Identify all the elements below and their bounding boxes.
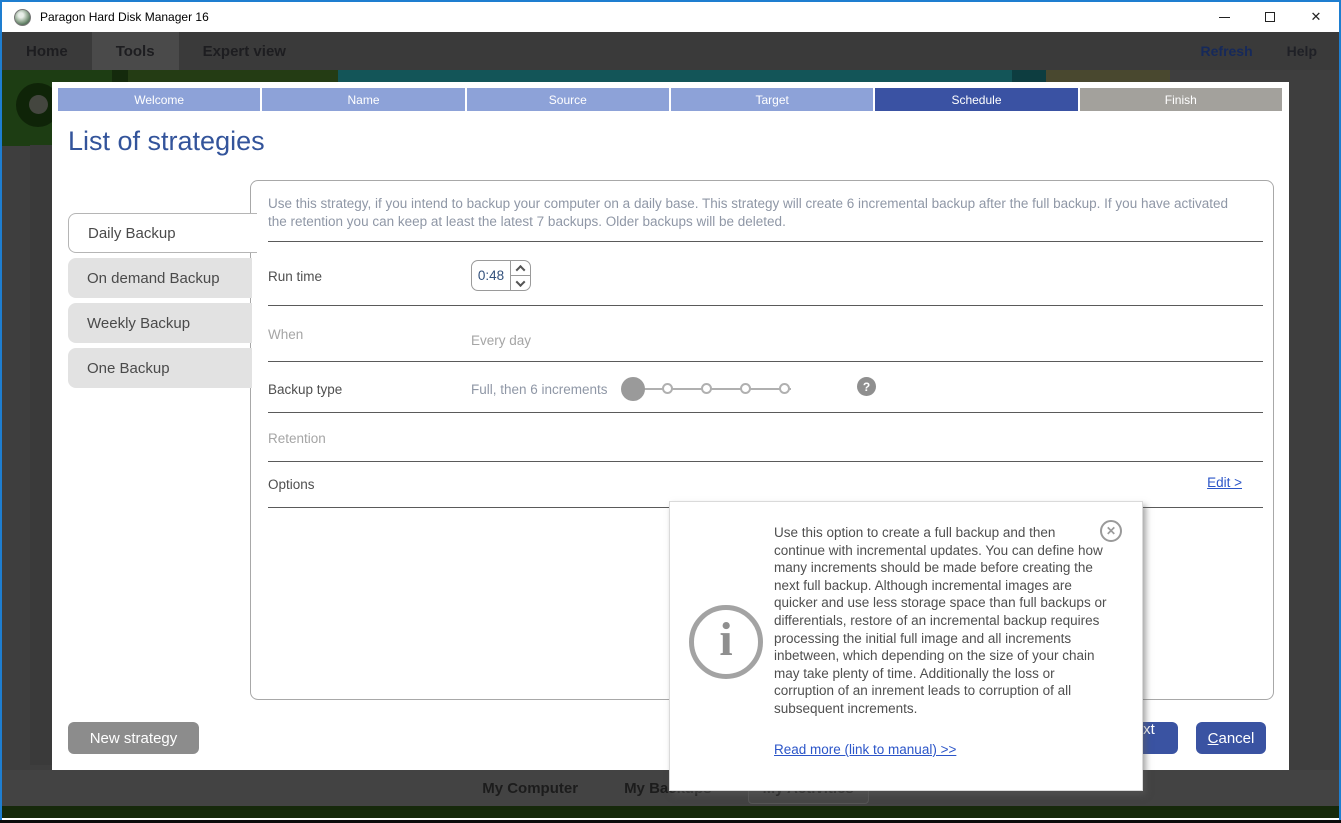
strategy-description: Use this strategy, if you intend to back… [268, 195, 1250, 231]
divider [268, 412, 1263, 413]
divider [268, 305, 1263, 306]
slider-dot-4[interactable] [740, 383, 751, 394]
spinner-up-button[interactable] [511, 261, 530, 276]
read-more-link[interactable]: Read more (link to manual) >> [774, 742, 956, 757]
bg-green-strip-overlay [2, 806, 1339, 818]
chevron-up-icon [516, 264, 526, 274]
run-time-spinner[interactable]: 0:48 [471, 260, 531, 291]
page-title: List of strategies [68, 126, 265, 157]
refresh-link[interactable]: Refresh [1201, 43, 1253, 59]
step-name: Name [262, 88, 464, 111]
new-strategy-button[interactable]: New strategy [68, 722, 199, 754]
cancel-label-key: C [1208, 730, 1219, 747]
options-edit-link[interactable]: Edit > [1207, 475, 1242, 490]
cancel-label-post: ancel [1219, 730, 1255, 747]
slider-dot-2[interactable] [662, 383, 673, 394]
maximize-button[interactable] [1247, 2, 1293, 32]
strategy-tab-list: Daily Backup On demand Backup Weekly Backu… [68, 213, 254, 393]
divider [268, 241, 1263, 242]
wizard-steps: Welcome Name Source Target Schedule Fini… [58, 88, 1282, 111]
nav-tab-home[interactable]: Home [2, 32, 92, 70]
step-schedule: Schedule [875, 88, 1077, 111]
step-source: Source [467, 88, 669, 111]
info-icon: i [689, 605, 763, 679]
chevron-down-icon [516, 277, 526, 287]
strategy-tab-one-backup[interactable]: One Backup [68, 348, 252, 388]
strategy-detail-panel: Use this strategy, if you intend to back… [250, 180, 1274, 700]
view-tab-my-computer[interactable]: My Computer [472, 774, 588, 803]
minimize-icon [1219, 17, 1230, 18]
run-time-label: Run time [268, 269, 322, 284]
minimize-button[interactable] [1201, 2, 1247, 32]
backup-type-info-tooltip: ✕ i Use this option to create a full bac… [669, 501, 1143, 791]
schedule-wizard-dialog: Welcome Name Source Target Schedule Fini… [52, 82, 1289, 770]
slider-dot-3[interactable] [701, 383, 712, 394]
spinner-down-button[interactable] [511, 276, 530, 290]
options-label: Options [268, 477, 315, 492]
retention-label: Retention [268, 431, 326, 446]
paragon-app-icon [14, 9, 31, 26]
step-finish: Finish [1080, 88, 1282, 111]
backup-type-value: Full, then 6 increments [471, 382, 608, 397]
app-window: Home Tools Expert view Refresh Help My C… [0, 0, 1341, 823]
help-link[interactable]: Help [1287, 43, 1317, 59]
when-label: When [268, 327, 303, 342]
strategy-tab-weekly-backup[interactable]: Weekly Backup [68, 303, 252, 343]
bg-left-panel-edge [30, 145, 54, 765]
help-icon[interactable]: ? [857, 377, 876, 396]
strategy-tab-daily-backup[interactable]: Daily Backup [68, 213, 257, 253]
close-icon: ✕ [1311, 9, 1322, 25]
when-value: Every day [471, 333, 531, 348]
divider [268, 361, 1263, 362]
close-button[interactable]: ✕ [1293, 2, 1339, 32]
main-nav-bar: Home Tools Expert view Refresh Help [2, 32, 1339, 70]
cancel-button[interactable]: Cancel [1196, 722, 1266, 754]
maximize-icon [1265, 12, 1275, 22]
slider-dot-5[interactable] [779, 383, 790, 394]
nav-tab-expert-view[interactable]: Expert view [179, 32, 310, 70]
step-welcome: Welcome [58, 88, 260, 111]
backup-type-label: Backup type [268, 382, 342, 397]
backup-type-slider[interactable] [621, 376, 801, 402]
run-time-value[interactable]: 0:48 [472, 261, 510, 290]
nav-tab-tools[interactable]: Tools [92, 32, 179, 70]
title-bar: Paragon Hard Disk Manager 16 ✕ [2, 2, 1339, 32]
strategy-tab-on-demand-backup[interactable]: On demand Backup [68, 258, 252, 298]
tooltip-text: Use this option to create a full backup … [774, 524, 1110, 718]
step-target: Target [671, 88, 873, 111]
slider-dot-1[interactable] [621, 377, 645, 401]
window-title: Paragon Hard Disk Manager 16 [40, 10, 209, 24]
divider [268, 461, 1263, 462]
